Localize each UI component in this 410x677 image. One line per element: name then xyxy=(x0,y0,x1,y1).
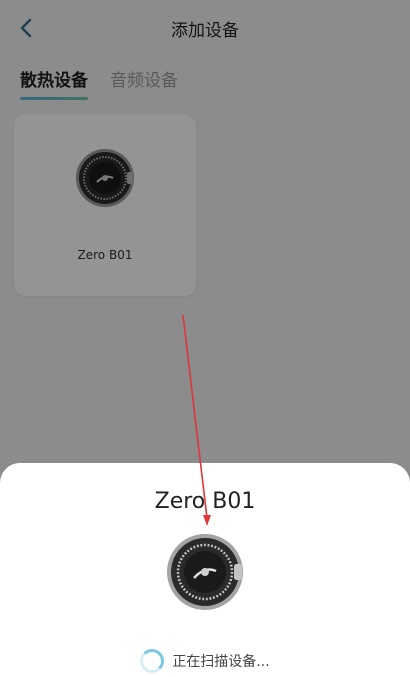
sheet-title: Zero B01 xyxy=(154,489,256,514)
bottom-sheet: Zero B01 正在扫描设备... xyxy=(0,463,410,677)
device-image xyxy=(166,533,244,611)
scan-status: 正在扫描设备... xyxy=(0,649,410,673)
loading-spinner-icon xyxy=(140,649,165,673)
status-text: 正在扫描设备... xyxy=(172,654,270,670)
